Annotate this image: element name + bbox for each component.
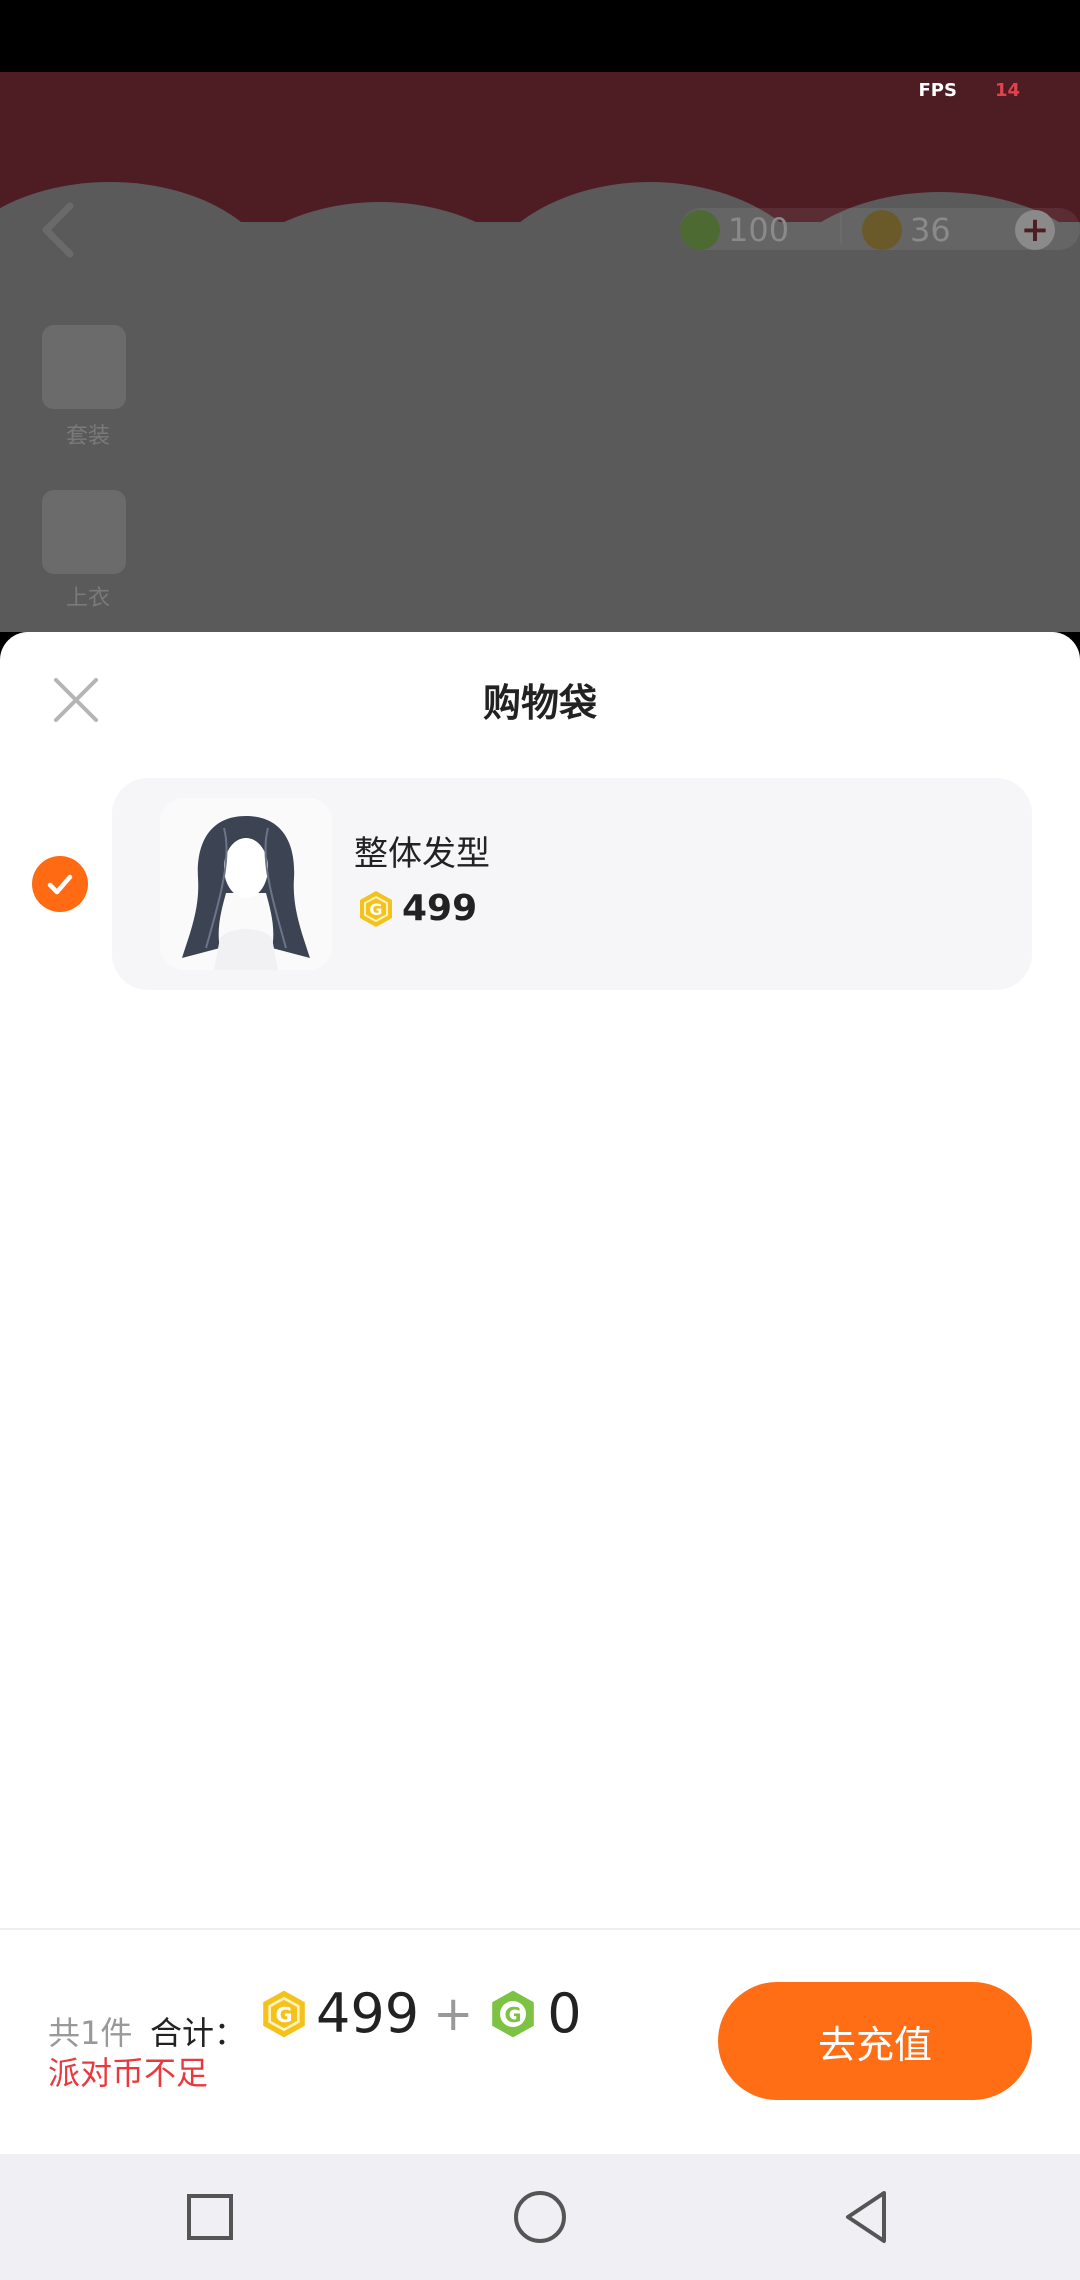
fps-value: 14 — [994, 80, 1020, 101]
currency-divider — [840, 214, 842, 244]
hairstyle-thumbnail — [160, 798, 332, 970]
svg-text:G: G — [275, 2002, 292, 2026]
gold-coin-icon: G — [263, 1990, 305, 2037]
background-app — [0, 72, 1080, 632]
fps-label: FPS — [918, 80, 957, 101]
svg-text:G: G — [369, 900, 382, 919]
fps-counter: FPS 14 — [918, 80, 1020, 101]
navigation-bar — [0, 2154, 1080, 2280]
side-label-set: 套装 — [65, 424, 110, 449]
gold-total: 499 — [316, 1982, 420, 2045]
green-currency-value: 100 — [728, 211, 790, 249]
footer-divider — [0, 1928, 1080, 1930]
green-coin-icon: G — [492, 1990, 535, 2037]
gold-coin-icon — [862, 210, 902, 250]
item-checkbox[interactable] — [32, 856, 88, 912]
check-icon — [47, 874, 73, 895]
hairstyle-image — [160, 798, 332, 970]
gold-currency-value: 36 — [910, 211, 951, 249]
back-arrow-icon — [42, 202, 74, 258]
svg-text:G: G — [505, 2002, 522, 2026]
total-sum: G 499 + G 0 — [258, 1982, 582, 2045]
add-currency-icon: + — [1015, 210, 1055, 250]
green-currency: 100 — [680, 208, 789, 252]
cart-item[interactable]: 整体发型 G 499 — [112, 778, 1032, 990]
item-price-value: 499 — [402, 888, 478, 929]
shopping-bag-sheet: 购物袋 整体发型 G 499 共1件 合计： G 499 + G 0 派对币不足… — [0, 632, 1080, 2154]
green-total: 0 — [547, 1982, 582, 2045]
insufficient-funds-warning: 派对币不足 — [48, 2054, 209, 2092]
recent-apps-icon[interactable] — [175, 2182, 245, 2252]
plus-sign: + — [433, 1985, 474, 2042]
item-name: 整体发型 — [354, 834, 490, 874]
top-clothes-icon — [42, 490, 126, 574]
item-price: G 499 — [356, 888, 477, 929]
sheet-title: 购物袋 — [482, 681, 597, 725]
green-coin-icon — [680, 210, 720, 250]
gold-currency: 36 — [862, 208, 951, 252]
back-icon[interactable] — [832, 2182, 902, 2252]
home-icon[interactable] — [505, 2182, 575, 2252]
status-bar — [0, 0, 1080, 72]
outfit-set-icon — [42, 325, 126, 409]
recharge-button[interactable]: 去充值 — [718, 1982, 1032, 2100]
gold-coin-icon: G — [360, 890, 392, 927]
side-label-top: 上衣 — [65, 586, 110, 611]
